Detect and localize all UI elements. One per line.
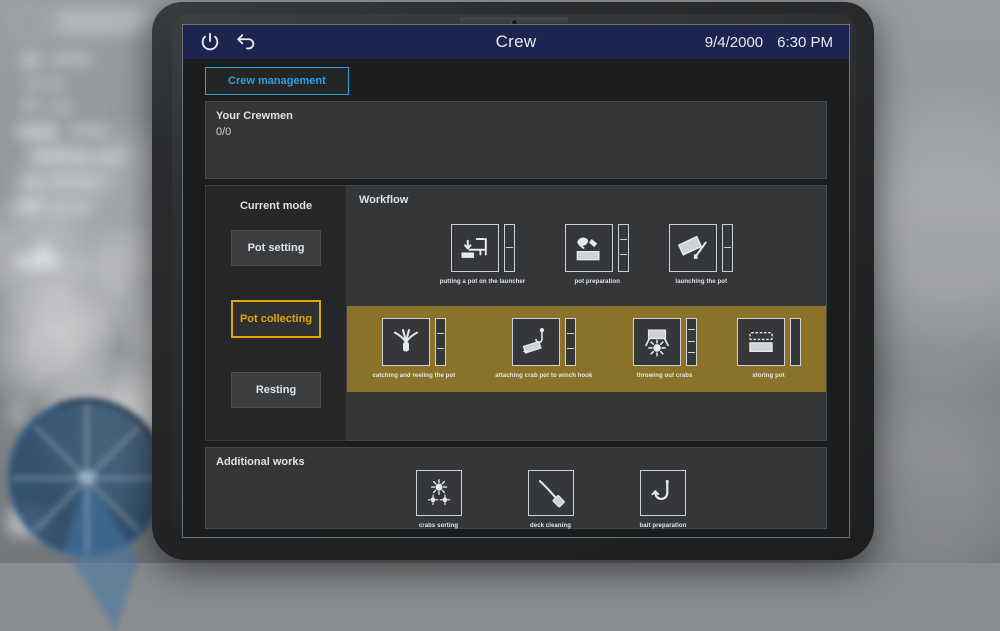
winch-hook-icon bbox=[512, 318, 560, 366]
task-throwing-out-crabs[interactable]: throwing out crabs bbox=[633, 318, 697, 379]
hud-text bbox=[96, 152, 126, 161]
crewmen-title: Your Crewmen bbox=[206, 102, 826, 122]
workflow-title: Workflow bbox=[347, 186, 826, 206]
hud-text bbox=[70, 126, 106, 135]
tab-crew-management[interactable]: Crew management bbox=[205, 67, 349, 95]
task-label: throwing out crabs bbox=[637, 373, 693, 379]
additional-works-panel: Additional works bbox=[205, 447, 827, 529]
current-mode-panel: Current mode Pot setting Pot collecting … bbox=[205, 185, 347, 441]
launching-pot-icon bbox=[669, 224, 717, 272]
bait-pot-icon bbox=[565, 224, 613, 272]
hud-icon bbox=[20, 54, 42, 66]
hud-icon bbox=[16, 200, 42, 212]
task-label: putting a pot on the launcher bbox=[440, 279, 526, 285]
hud-icon bbox=[22, 176, 40, 188]
mode-button-pot-collecting[interactable]: Pot collecting bbox=[231, 300, 321, 338]
progress-bar bbox=[618, 224, 629, 272]
task-label: pot preparation bbox=[575, 279, 621, 285]
task-attaching-crab-pot-to-winch-hook[interactable]: attaching crab pot to winch hook bbox=[495, 318, 592, 379]
task-label: attaching crab pot to winch hook bbox=[495, 373, 592, 379]
task-catching-and-reeling-the-pot[interactable]: catching and reeling the pot bbox=[372, 318, 455, 379]
mode-and-workflow-area: Current mode Pot setting Pot collecting … bbox=[205, 185, 827, 441]
hud-text bbox=[30, 150, 90, 162]
workflow-row-pot-setting: putting a pot on the launcher bbox=[347, 206, 826, 306]
workflow-row-pot-collecting: catching and reeling the pot bbox=[347, 306, 826, 392]
mode-button-resting[interactable]: Resting bbox=[231, 372, 321, 408]
hud-text bbox=[52, 55, 90, 63]
clock: 9/4/2000 6:30 PM bbox=[705, 34, 833, 51]
back-arrow-icon[interactable] bbox=[235, 31, 257, 53]
progress-bar bbox=[435, 318, 446, 366]
pot-launcher-icon bbox=[451, 224, 499, 272]
progress-bar bbox=[790, 318, 801, 366]
hud-icon bbox=[28, 78, 40, 88]
crewmen-panel: Your Crewmen 0/0 bbox=[205, 101, 827, 179]
task-deck-cleaning[interactable]: deck cleaning bbox=[528, 470, 574, 529]
hud-text bbox=[48, 80, 64, 87]
title-bar: Crew 9/4/2000 6:30 PM bbox=[183, 25, 849, 59]
progress-bar bbox=[504, 224, 515, 272]
progress-bar bbox=[565, 318, 576, 366]
task-bait-preparation[interactable]: bait preparation bbox=[640, 470, 687, 529]
hud-calendar-icon bbox=[14, 10, 48, 36]
hud-text bbox=[56, 26, 142, 33]
task-label: storing pot bbox=[752, 373, 784, 379]
hud-icon bbox=[24, 100, 38, 110]
crewmen-count: 0/0 bbox=[206, 122, 826, 142]
time-label: 6:30 PM bbox=[777, 34, 833, 51]
hud-boat-icon bbox=[12, 245, 64, 267]
task-label: crabs sorting bbox=[419, 523, 458, 529]
workflow-spacer bbox=[347, 392, 826, 440]
hud-text bbox=[50, 104, 72, 111]
task-pot-preparation[interactable]: pot preparation bbox=[565, 224, 629, 285]
workflow-panel: Workflow bbox=[347, 185, 827, 441]
task-label: launching the pot bbox=[675, 279, 727, 285]
hud-text bbox=[48, 178, 102, 186]
task-label: bait preparation bbox=[640, 523, 687, 529]
hud-text bbox=[50, 204, 96, 211]
tablet-screen: Crew 9/4/2000 6:30 PM Crew management Yo… bbox=[182, 24, 850, 538]
task-putting-a-pot-on-the-launcher[interactable]: putting a pot on the launcher bbox=[440, 224, 526, 285]
hud-text bbox=[10, 416, 28, 423]
date-label: 9/4/2000 bbox=[705, 34, 763, 51]
radar-spoke bbox=[86, 479, 89, 553]
task-crabs-sorting[interactable]: crabs sorting bbox=[416, 470, 462, 529]
power-icon[interactable] bbox=[199, 31, 221, 53]
task-label: deck cleaning bbox=[530, 523, 571, 529]
additional-works-title: Additional works bbox=[206, 448, 826, 468]
radar-spoke bbox=[87, 477, 161, 480]
crab-sorting-icon bbox=[416, 470, 462, 516]
radar-spoke bbox=[13, 477, 87, 480]
hud-text bbox=[10, 404, 24, 411]
radar-hub bbox=[77, 470, 97, 484]
progress-bar bbox=[722, 224, 733, 272]
task-launching-the-pot[interactable]: launching the pot bbox=[669, 224, 733, 285]
additional-works-list: crabs sorting deck cleaning bbox=[206, 470, 826, 529]
progress-bar bbox=[686, 318, 697, 366]
stacking-pot-icon bbox=[737, 318, 785, 366]
radar-spoke bbox=[86, 405, 89, 479]
mode-button-pot-setting[interactable]: Pot setting bbox=[231, 230, 321, 266]
current-mode-title: Current mode bbox=[206, 200, 346, 212]
broom-icon bbox=[528, 470, 574, 516]
grapple-hook-icon bbox=[382, 318, 430, 366]
hud-icon bbox=[18, 124, 58, 140]
task-storing-pot[interactable]: storing pot bbox=[737, 318, 801, 379]
tab-bar: Crew management bbox=[183, 59, 849, 101]
crab-dump-icon bbox=[633, 318, 681, 366]
task-label: catching and reeling the pot bbox=[372, 373, 455, 379]
fish-hook-icon bbox=[640, 470, 686, 516]
hud-text bbox=[56, 12, 150, 20]
radar-compass bbox=[8, 398, 166, 556]
